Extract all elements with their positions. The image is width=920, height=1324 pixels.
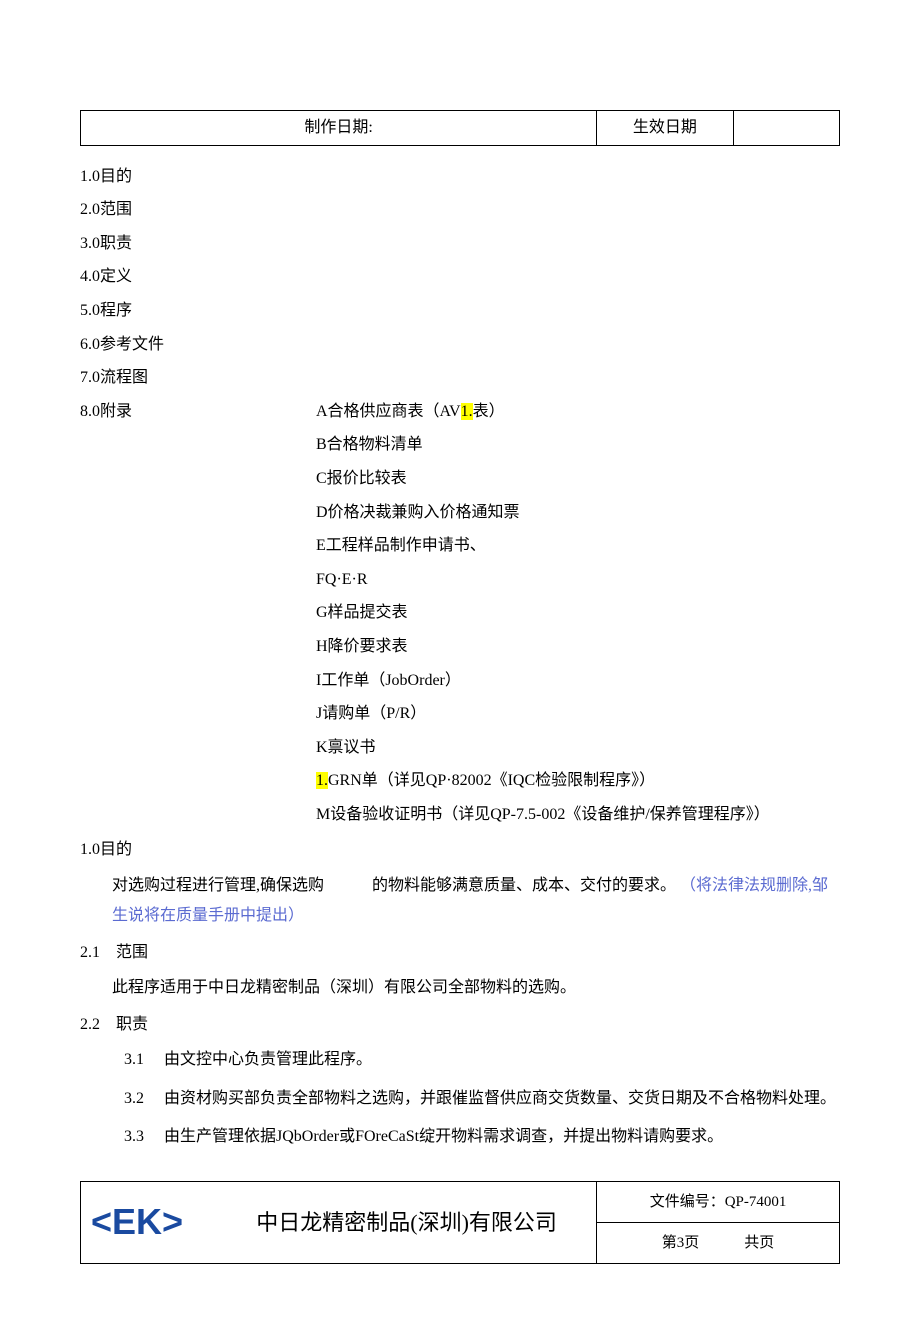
toc-7: 7.0流程图 bbox=[80, 365, 840, 391]
toc-6: 6.0参考文件 bbox=[80, 332, 840, 358]
footer-logo: <EK> bbox=[81, 1181, 218, 1263]
heading-scope: 2.1 范围 bbox=[80, 940, 840, 966]
toc-4: 4.0定义 bbox=[80, 264, 840, 290]
resp-item-3: 3.3 由生产管理依据JQbOrder或FOreCaSt绽开物料需求调查，并提出… bbox=[124, 1122, 840, 1152]
footer-company: 中日龙精密制品(深圳)有限公司 bbox=[217, 1181, 597, 1263]
appendix-k: K禀议书 bbox=[316, 735, 840, 761]
appendix-d: D价格决裁兼购入价格通知票 bbox=[316, 500, 840, 526]
appendix-h: H降价要求表 bbox=[316, 634, 840, 660]
heading-purpose: 1.0目的 bbox=[80, 837, 840, 863]
resp-item-1: 3.1 由文控中心负责管理此程序。 bbox=[124, 1045, 840, 1075]
highlight-1: 1. bbox=[461, 403, 473, 420]
appendix-l-text: GRN单（详见QP·82002《IQC检验限制程序》） bbox=[328, 772, 655, 789]
heading-responsibility: 2.2 职责 bbox=[80, 1012, 840, 1038]
appendix-i: I工作单（JobOrder） bbox=[316, 668, 840, 694]
footer-page: 第3页 共页 bbox=[597, 1222, 840, 1263]
appendix-e: E工程样品制作申请书、 bbox=[316, 533, 840, 559]
toc-8-label: 8.0附录 bbox=[80, 399, 316, 425]
make-date-cell: 制作日期: bbox=[81, 111, 597, 146]
purpose-paragraph: 对选购过程进行管理,确保选购 的物料能够满意质量、成本、交付的要求。 （将法律法… bbox=[112, 871, 840, 932]
appendix-g: G样品提交表 bbox=[316, 600, 840, 626]
resp-2-num: 3.2 bbox=[124, 1084, 160, 1114]
toc-3: 3.0职责 bbox=[80, 231, 840, 257]
appendix-a-pre: A合格供应商表（AV bbox=[316, 403, 461, 420]
header-table: 制作日期: 生效日期 bbox=[80, 110, 840, 146]
resp-3-num: 3.3 bbox=[124, 1122, 160, 1152]
toc-5: 5.0程序 bbox=[80, 298, 840, 324]
appendix-c: C报价比较表 bbox=[316, 466, 840, 492]
appendix-l: 1.GRN单（详见QP·82002《IQC检验限制程序》） bbox=[316, 768, 840, 794]
footer-page-text: 第3页 共页 bbox=[607, 1229, 829, 1257]
appendix-m: M设备验收证明书（详见QP-7.5-002《设备维护/保养管理程序》） bbox=[316, 802, 840, 828]
appendix-j: J请购单（P/R） bbox=[316, 701, 840, 727]
highlight-2: 1. bbox=[316, 772, 328, 789]
resp-1-num: 3.1 bbox=[124, 1045, 160, 1075]
toc-1: 1.0目的 bbox=[80, 164, 840, 190]
effective-date-label-cell: 生效日期 bbox=[597, 111, 734, 146]
footer-docno-text: 文件编号：QP-74001 bbox=[607, 1188, 829, 1216]
footer-table: <EK> 中日龙精密制品(深圳)有限公司 文件编号：QP-74001 第3页 共… bbox=[80, 1181, 840, 1264]
resp-item-2: 3.2 由资材购买部负责全部物料之选购，并跟催监督供应商交货数量、交货日期及不合… bbox=[124, 1084, 840, 1114]
appendix-a: A合格供应商表（AV1.表） bbox=[316, 399, 505, 425]
effective-date-value-cell bbox=[733, 111, 839, 146]
scope-paragraph: 此程序适用于中日龙精密制品（深圳）有限公司全部物料的选购。 bbox=[112, 973, 840, 1003]
resp-1-text: 由文控中心负责管理此程序。 bbox=[164, 1051, 372, 1068]
resp-3-text: 由生产管理依据JQbOrder或FOreCaSt绽开物料需求调查，并提出物料请购… bbox=[164, 1128, 723, 1145]
toc-2: 2.0范围 bbox=[80, 197, 840, 223]
toc-8: 8.0附录 A合格供应商表（AV1.表） bbox=[80, 399, 840, 425]
purpose-text: 对选购过程进行管理,确保选购 的物料能够满意质量、成本、交付的要求。 bbox=[112, 877, 676, 894]
footer-docno: 文件编号：QP-74001 bbox=[597, 1181, 840, 1222]
appendix-a-post: 表） bbox=[473, 403, 505, 420]
appendix-b: B合格物料清单 bbox=[316, 432, 840, 458]
resp-2-text: 由资材购买部负责全部物料之选购，并跟催监督供应商交货数量、交货日期及不合格物料处… bbox=[164, 1090, 836, 1107]
appendix-f: FQ·E·R bbox=[316, 567, 840, 593]
